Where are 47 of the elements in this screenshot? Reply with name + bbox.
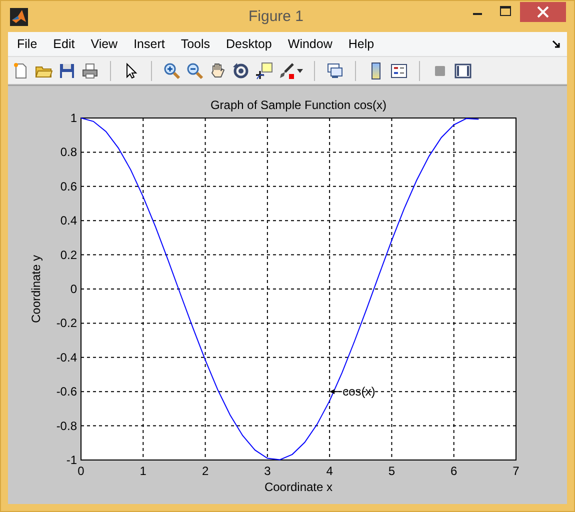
tick-label: -1 [66, 453, 77, 467]
chart-title: Graph of Sample Function cos(x) [210, 98, 387, 112]
annotation-label: cos(x) [342, 384, 376, 399]
tick-label: 0.4 [60, 214, 77, 228]
tick-label: 0 [70, 282, 77, 296]
tick-label: 1 [140, 464, 146, 478]
tick-label: 0.8 [60, 145, 77, 160]
tick-label: 6 [450, 464, 458, 478]
save-icon[interactable] [58, 62, 76, 80]
tick-label: 0 [78, 464, 84, 478]
menu-item[interactable]: Help [340, 37, 382, 51]
brush-icon[interactable] [278, 62, 296, 80]
caret-icon[interactable] [297, 68, 303, 72]
tick-label: -0.6 [56, 384, 77, 399]
x-axis-label: Coordinate x [264, 480, 333, 494]
tick-label: -0.4 [56, 350, 77, 364]
menu-item[interactable]: Desktop [218, 37, 280, 51]
app-logo-icon [10, 8, 28, 26]
annotation-arrow [330, 389, 342, 394]
tick-label: 0.2 [60, 248, 77, 262]
tick-label: 7 [512, 464, 520, 478]
tick-label: 2 [202, 464, 209, 478]
menu-item[interactable]: Edit [45, 37, 83, 51]
window-title: Figure 1 [247, 8, 305, 25]
menu-item[interactable]: Tools [172, 37, 218, 51]
menu-item[interactable]: Window [280, 37, 340, 51]
hand-icon[interactable] [209, 62, 227, 80]
data-cursor-icon[interactable] [255, 62, 273, 80]
zoom-in-icon[interactable] [163, 62, 181, 80]
zoom-out-icon[interactable] [186, 62, 204, 80]
tick-label: 3 [264, 464, 271, 478]
show-plot-tools-icon[interactable] [454, 62, 472, 80]
menu-item[interactable]: File [9, 37, 46, 51]
menu-item[interactable]: Insert [126, 37, 173, 51]
tick-label: 5 [388, 464, 396, 478]
print-icon[interactable] [81, 62, 99, 80]
menu-item[interactable]: View [82, 37, 126, 51]
legend-icon[interactable] [390, 62, 408, 80]
close-icon[interactable] [520, 2, 566, 22]
rotate-icon[interactable] [232, 62, 250, 80]
dock-arrow-icon[interactable] [552, 40, 561, 48]
tick-label: 0.6 [60, 179, 77, 194]
tick-label: -0.2 [56, 316, 77, 330]
tick-label: -0.8 [56, 418, 77, 433]
tick-label: 4 [326, 464, 333, 478]
tick-label: 1 [70, 111, 77, 125]
y-axis-label: Coordinate y [29, 254, 43, 324]
